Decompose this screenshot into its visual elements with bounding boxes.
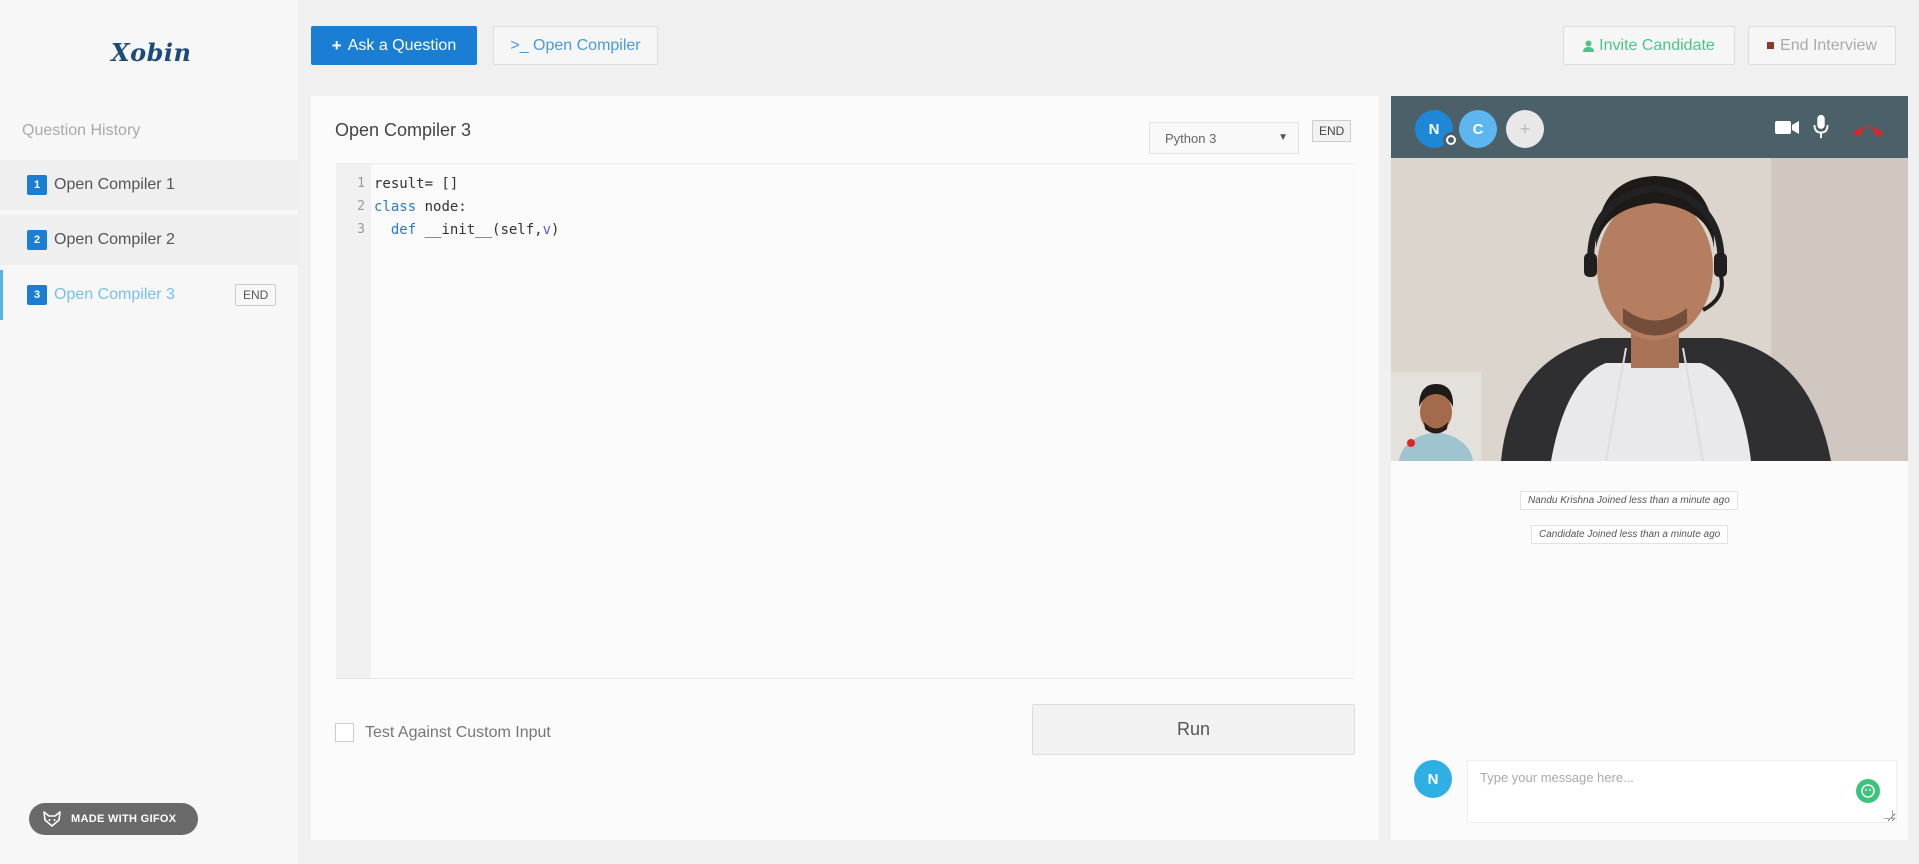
sidebar: Xobin Question History 1 Open Compiler 1…	[0, 0, 298, 864]
caret-down-icon: ▼	[1278, 132, 1288, 143]
resize-handle-icon[interactable]	[1884, 810, 1893, 819]
sidebar-item-open-compiler-2[interactable]: 2 Open Compiler 2	[0, 215, 298, 265]
end-interview-button[interactable]: End Interview	[1748, 26, 1896, 65]
open-compiler-button[interactable]: >_ Open Compiler	[493, 26, 658, 65]
stop-icon	[1767, 42, 1775, 49]
end-question-button[interactable]: END	[1312, 120, 1352, 142]
chat-message-input[interactable]	[1468, 761, 1896, 822]
open-compiler-label: >_ Open Compiler	[510, 36, 641, 54]
end-interview-label: End Interview	[1780, 36, 1877, 54]
sidebar-item-open-compiler-3[interactable]: 3 Open Compiler 3 END	[0, 270, 298, 320]
line-number: 2	[357, 199, 365, 214]
sidebar-item-label: Open Compiler 3	[54, 286, 175, 303]
recording-indicator-icon	[1443, 132, 1459, 148]
remote-video-feed	[1391, 158, 1908, 461]
chat-user-avatar: N	[1414, 760, 1452, 798]
editor-panel: Open Compiler 3 Python 3 ▼ END 1 result=…	[311, 96, 1379, 840]
system-message: Nandu Krishna Joined less than a minute …	[1520, 491, 1738, 510]
ask-question-button[interactable]: + Ask a Question	[311, 26, 477, 65]
participant-avatar-candidate[interactable]: C	[1459, 110, 1497, 148]
chat-composer	[1467, 760, 1897, 823]
plus-icon: +	[331, 35, 342, 55]
microphone-icon[interactable]	[1812, 114, 1830, 140]
fox-icon	[43, 811, 61, 827]
video-chat-panel: N C + Nandu Krishna Joined less than a m…	[1391, 96, 1908, 840]
question-history-title: Question History	[22, 122, 141, 139]
language-select[interactable]: Python 3 ▼	[1149, 122, 1299, 154]
user-icon	[1583, 40, 1595, 52]
question-number-badge: 2	[27, 230, 47, 250]
local-video-feed[interactable]	[1391, 372, 1481, 461]
call-controls-bar: N C +	[1391, 96, 1908, 158]
question-number-badge: 1	[27, 175, 47, 195]
app-logo[interactable]: Xobin	[111, 38, 191, 67]
system-message: Candidate Joined less than a minute ago	[1531, 525, 1729, 544]
code-text: class node:	[374, 198, 467, 215]
gifox-watermark: MADE WITH GIFOX	[29, 803, 198, 835]
sidebar-item-open-compiler-1[interactable]: 1 Open Compiler 1	[0, 160, 298, 210]
watermark-label: MADE WITH GIFOX	[71, 813, 177, 825]
language-value: Python 3	[1165, 130, 1217, 146]
run-button[interactable]: Run	[1032, 704, 1355, 755]
add-participant-button[interactable]: +	[1506, 110, 1544, 148]
invite-candidate-button[interactable]: Invite Candidate	[1563, 26, 1735, 65]
custom-input-toggle[interactable]: Test Against Custom Input	[335, 723, 551, 742]
sidebar-item-label: Open Compiler 2	[54, 231, 175, 248]
line-number: 1	[357, 176, 365, 191]
local-participant-video	[1391, 372, 1481, 461]
sidebar-item-label: Open Compiler 1	[54, 176, 175, 193]
custom-input-label: Test Against Custom Input	[365, 723, 551, 741]
hang-up-icon[interactable]	[1851, 118, 1885, 144]
ask-question-label: Ask a Question	[347, 36, 457, 54]
code-line: 3 def __init__(self,v)	[336, 218, 559, 241]
video-camera-icon[interactable]	[1774, 114, 1800, 140]
editor-title: Open Compiler 3	[335, 120, 472, 140]
custom-input-checkbox[interactable]	[335, 723, 354, 742]
code-line: 2 class node:	[336, 195, 467, 218]
code-text: result= []	[374, 175, 459, 192]
code-line: 1 result= []	[336, 172, 458, 195]
end-question-button[interactable]: END	[235, 284, 277, 306]
code-text: def __init__(self,v)	[390, 221, 560, 238]
emoji-icon[interactable]	[1856, 779, 1880, 803]
question-number-badge: 3	[27, 285, 47, 305]
code-editor[interactable]: 1 result= [] 2 class node: 3 def __init_…	[336, 163, 1354, 679]
line-number: 3	[357, 222, 365, 237]
invite-candidate-label: Invite Candidate	[1599, 36, 1715, 54]
line-number-gutter	[336, 164, 371, 678]
